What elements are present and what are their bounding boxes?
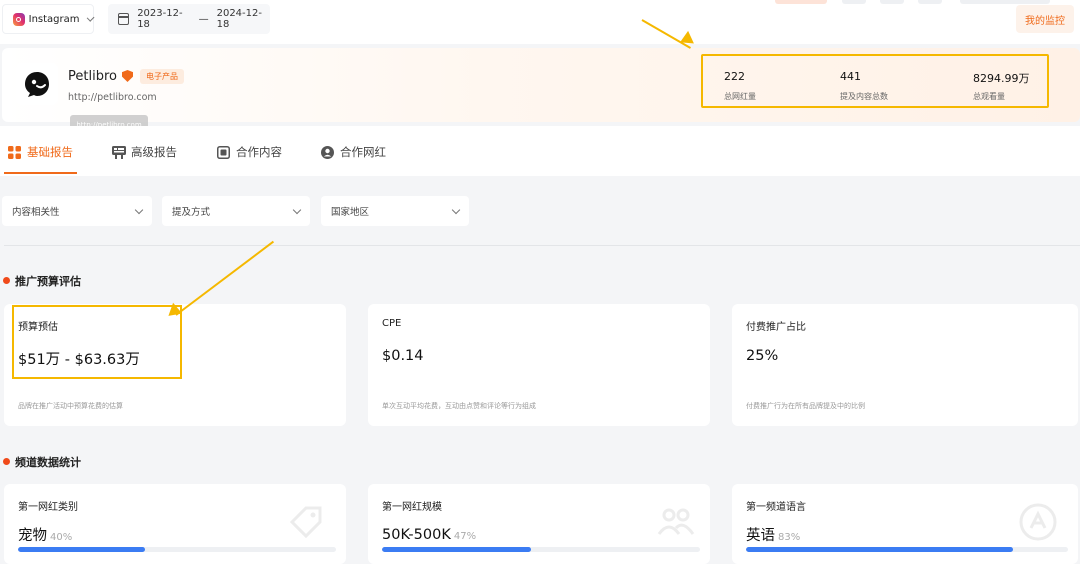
filter-content-relevance[interactable]: 内容相关性 bbox=[2, 196, 152, 226]
channel-section-title: 频道数据统计 bbox=[15, 456, 81, 469]
card-value: 宠物 bbox=[18, 528, 47, 544]
tab-basic-report[interactable]: 基础报告 bbox=[8, 144, 73, 160]
tab-label: 合作内容 bbox=[236, 145, 282, 159]
stat-value-mentions: 441 bbox=[840, 70, 861, 83]
tab-advanced-report[interactable]: 高级报告 bbox=[112, 144, 177, 160]
tab-collab-influencers[interactable]: 合作网红 bbox=[321, 144, 386, 160]
filter-label: 提及方式 bbox=[172, 207, 211, 218]
stat-label-mentions: 提及内容总数 bbox=[840, 92, 888, 101]
card-percent: 83% bbox=[778, 532, 801, 543]
filter-mention-type[interactable]: 提及方式 bbox=[162, 196, 310, 226]
card-label: 第一频道语言 bbox=[746, 502, 806, 513]
card-label: 第一网红类别 bbox=[18, 502, 78, 513]
tab-label: 合作网红 bbox=[340, 145, 386, 159]
stat-value-views: 8294.99万 bbox=[973, 72, 1030, 85]
active-tab-indicator bbox=[4, 172, 77, 174]
chevron-down-icon bbox=[451, 205, 461, 214]
brand-logo bbox=[16, 63, 58, 105]
card-percent: 47% bbox=[453, 531, 477, 542]
stat-value-influencers: 222 bbox=[724, 70, 745, 83]
calendar-icon bbox=[118, 13, 130, 25]
filter-country-region[interactable]: 国家地区 bbox=[321, 196, 469, 226]
brand-url-link[interactable]: http://petlibro.com bbox=[68, 92, 157, 103]
date-start: 2023-12-18 bbox=[137, 8, 183, 30]
section-marker bbox=[3, 458, 10, 465]
petlibro-logo-icon bbox=[25, 72, 49, 97]
toolbar-stub[interactable] bbox=[880, 0, 904, 4]
toolbar-stub[interactable] bbox=[960, 0, 1050, 4]
card-value: $0.14 bbox=[382, 348, 424, 364]
section-divider bbox=[4, 245, 1080, 246]
my-monitor-button[interactable]: 我的监控 bbox=[1016, 5, 1074, 33]
card-value: 英语 bbox=[746, 528, 775, 544]
instagram-icon bbox=[13, 12, 25, 26]
report-icon bbox=[112, 145, 126, 159]
progress-fill bbox=[18, 547, 146, 552]
tag-icon bbox=[289, 506, 322, 539]
chevron-down-icon bbox=[292, 205, 302, 214]
progress-bar bbox=[382, 547, 700, 552]
platform-select[interactable]: Instagram bbox=[2, 4, 95, 34]
card-value: 25% bbox=[746, 348, 779, 364]
card-value-row: 50K-500K 47% bbox=[382, 524, 476, 543]
language-icon bbox=[1019, 503, 1057, 541]
chevron-down-icon bbox=[134, 205, 144, 214]
stat-label-views: 总观看量 bbox=[973, 92, 1005, 101]
filter-label: 内容相关性 bbox=[12, 207, 60, 218]
grid-icon bbox=[8, 145, 21, 159]
card-description: 品牌在推广活动中预算花费的估算 bbox=[18, 402, 123, 410]
progress-fill bbox=[382, 547, 532, 552]
brand-name: Petlibro bbox=[68, 69, 117, 84]
budget-section-title: 推广预算评估 bbox=[15, 275, 81, 288]
chevron-down-icon bbox=[86, 13, 95, 22]
section-marker bbox=[3, 277, 10, 284]
users-icon bbox=[657, 508, 695, 535]
tab-collab-content[interactable]: 合作内容 bbox=[217, 144, 282, 160]
media-icon bbox=[217, 145, 230, 159]
card-description: 付费推广行为在所有品牌提及中的比例 bbox=[746, 402, 865, 410]
toolbar-stub[interactable] bbox=[775, 0, 827, 4]
progress-bar bbox=[18, 547, 336, 552]
date-end: 2024-12-18 bbox=[216, 8, 262, 30]
tab-label: 高级报告 bbox=[131, 145, 177, 159]
date-range-picker[interactable]: 2023-12-18 — 2024-12-18 bbox=[108, 4, 270, 34]
date-separator: — bbox=[198, 13, 209, 25]
card-label: 第一网红规模 bbox=[382, 502, 442, 513]
card-label: CPE bbox=[382, 318, 402, 329]
toolbar-stub[interactable] bbox=[918, 0, 942, 4]
platform-label: Instagram bbox=[28, 13, 80, 25]
toolbar-stub[interactable] bbox=[842, 0, 866, 4]
card-label: 付费推广占比 bbox=[746, 322, 806, 333]
card-value: 50K-500K bbox=[382, 527, 451, 543]
card-value-row: 英语 83% bbox=[746, 524, 800, 545]
card-percent: 40% bbox=[50, 532, 73, 543]
progress-fill bbox=[746, 547, 1014, 552]
tab-label: 基础报告 bbox=[27, 145, 73, 159]
progress-bar bbox=[746, 547, 1068, 552]
card-description: 单次互动平均花费，互动由点赞和评论等行为组成 bbox=[382, 402, 536, 410]
filter-label: 国家地区 bbox=[331, 207, 370, 218]
stat-label-influencers: 总网红量 bbox=[724, 92, 756, 101]
user-icon bbox=[321, 145, 334, 159]
budget-highlight-box bbox=[12, 305, 182, 379]
card-value-row: 宠物 40% bbox=[18, 524, 72, 545]
category-badge: 电子产品 bbox=[140, 69, 184, 84]
